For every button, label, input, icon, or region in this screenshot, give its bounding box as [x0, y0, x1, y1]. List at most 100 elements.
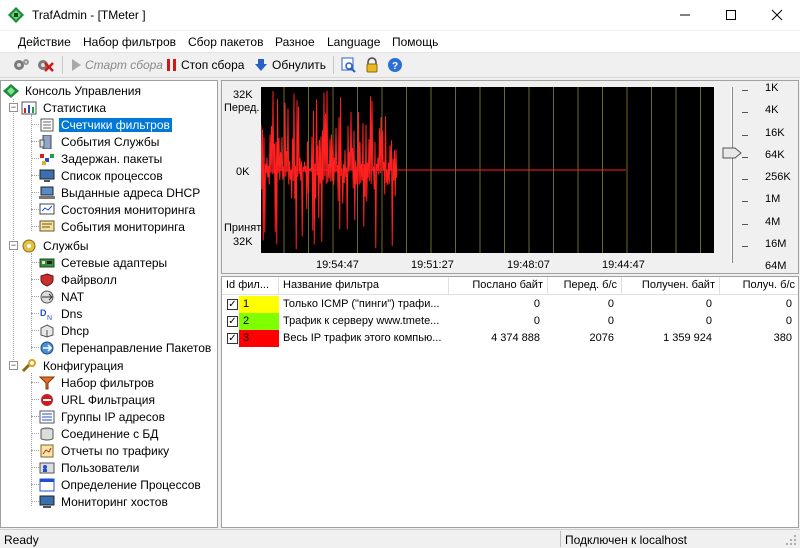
scale-ticks	[742, 87, 750, 263]
column-header-id[interactable]: Id фил...	[222, 277, 279, 295]
nat-icon	[40, 290, 54, 303]
start-capture-button[interactable]: Старт сбора	[70, 55, 163, 75]
tree-item-filter-counters[interactable]: Счетчики фильтров	[39, 116, 172, 133]
tree-item-host-monitoring[interactable]: Мониторинг хостов	[39, 493, 170, 510]
tree-item-ip-groups[interactable]: Группы IP адресов	[39, 408, 167, 425]
tree-root[interactable]: Консоль Управления	[3, 82, 143, 99]
row-send-rate: 0	[607, 315, 614, 327]
tree-item-url-filter[interactable]: URL Фильтрация	[39, 391, 157, 408]
traffic-graph-panel: 32K Перед. 0K Принят 32K 19:54:47 19:51:…	[221, 80, 799, 274]
scale-slider-thumb[interactable]	[722, 147, 742, 159]
reset-button[interactable]: Обнулить	[253, 55, 326, 75]
tree-services[interactable]: Службы	[21, 237, 90, 254]
stop-service-button[interactable]	[36, 55, 54, 75]
help-button[interactable]: ?	[387, 55, 403, 75]
maximize-icon	[726, 10, 736, 20]
tree-config-label: Конфигурация	[43, 358, 124, 373]
start-service-button[interactable]	[12, 55, 30, 75]
table-row[interactable]: ✓ 2 Трафик к серверу www.tmete... 0 0 0 …	[222, 313, 798, 330]
tree-item-monitoring-states[interactable]: Состояния мониторинга	[39, 201, 197, 218]
tree-item-process-detection[interactable]: Определение Процессов	[39, 476, 203, 493]
tree-item-db-connection[interactable]: Соединение с БД	[39, 425, 160, 442]
reset-icon	[255, 59, 267, 71]
menu-misc[interactable]: Разное	[275, 35, 315, 49]
report-icon	[40, 444, 54, 457]
column-header-recv-rate[interactable]: Получ. б/с	[720, 277, 798, 295]
tree-stats[interactable]: Статистика	[21, 99, 108, 116]
tree-item-label: Пользователи	[61, 460, 140, 475]
tree-item-dhcp[interactable]: Dhcp	[39, 322, 91, 339]
row-checkbox[interactable]: ✓	[227, 299, 238, 310]
start-capture-label: Старт сбора	[85, 58, 163, 72]
table-row[interactable]: ✓ 3 Весь IP трафик этого компью... 4 374…	[222, 330, 798, 347]
tree-item-monitoring-events[interactable]: События мониторинга	[39, 218, 187, 235]
row-sent-bytes: 0	[533, 315, 540, 327]
menu-capture[interactable]: Сбор пакетов	[188, 35, 263, 49]
funnel-icon	[39, 376, 55, 389]
scale-label: 64M	[765, 260, 787, 272]
row-received-bytes: 0	[705, 315, 712, 327]
menu-language[interactable]: Language	[327, 35, 380, 49]
menu-help[interactable]: Помощь	[392, 35, 438, 49]
tree-item-packet-redirect[interactable]: Перенаправление Пакетов	[39, 339, 213, 356]
time-label: 19:54:47	[316, 259, 359, 271]
tree-item-dns[interactable]: DN Dns	[39, 305, 84, 322]
tree-item-network-adapters[interactable]: Сетевые адаптеры	[39, 254, 169, 271]
connection-status: Подключен к localhost	[565, 533, 687, 547]
row-checkbox[interactable]: ✓	[227, 316, 238, 327]
tree-item-traffic-reports[interactable]: Отчеты по трафику	[39, 442, 171, 459]
graph-top-label: Перед.	[224, 102, 260, 114]
resize-grip-icon[interactable]	[784, 533, 797, 546]
gears-icon	[14, 59, 29, 70]
config-collapse-toggle[interactable]: −	[9, 361, 18, 370]
inspect-button[interactable]	[341, 55, 357, 75]
minimize-button[interactable]	[662, 0, 708, 30]
svg-text:D: D	[40, 308, 47, 318]
tree-item-label: Состояния мониторинга	[61, 202, 196, 217]
tree-item-nat[interactable]: NAT	[39, 288, 86, 305]
tree-item-users[interactable]: Пользователи	[39, 459, 141, 476]
tree-item-label: Файрволл	[61, 272, 117, 287]
services-collapse-toggle[interactable]: −	[9, 241, 18, 250]
table-row[interactable]: ✓ 1 Только ICMP ("пинги") трафи... 0 0 0…	[222, 296, 798, 313]
scale-label: 16K	[765, 127, 785, 139]
firewall-icon	[40, 272, 54, 287]
navigation-tree: Консоль Управления − Статистика Счетчики…	[0, 80, 218, 528]
server-events-icon	[39, 134, 52, 149]
url-filter-icon	[41, 393, 53, 406]
list-icon	[39, 410, 55, 423]
filter-counters-table: Id фил... Название фильтра Послано байт …	[221, 276, 799, 528]
tree-item-process-list[interactable]: Список процессов	[39, 167, 165, 184]
tree-item-label: Отчеты по трафику	[61, 443, 170, 458]
row-filter-name: Только ICMP ("пинги") трафи...	[283, 298, 440, 310]
close-button[interactable]	[754, 0, 800, 30]
row-recv-rate: 380	[773, 332, 792, 344]
tree-item-service-events[interactable]: События Службы	[39, 133, 161, 150]
tree-item-label: Группы IP адресов	[61, 409, 165, 424]
menu-filter-set[interactable]: Набор фильтров	[83, 35, 176, 49]
tree-item-firewall[interactable]: Файрволл	[39, 271, 119, 288]
tree-item-filter-set[interactable]: Набор фильтров	[39, 374, 156, 391]
column-header-received[interactable]: Получен. байт	[622, 277, 720, 295]
lock-button[interactable]	[364, 55, 380, 75]
stop-capture-button[interactable]: Стоп сбора	[166, 55, 244, 75]
scale-label: 256K	[765, 171, 791, 183]
tree-item-held-packets[interactable]: Задержан. пакеты	[39, 150, 164, 167]
row-checkbox[interactable]: ✓	[227, 333, 238, 344]
tree-services-label: Службы	[43, 238, 89, 253]
gears-stop-icon	[38, 60, 54, 72]
stats-collapse-toggle[interactable]: −	[9, 103, 18, 112]
scale-slider-track[interactable]	[731, 87, 733, 263]
close-icon	[771, 9, 783, 21]
column-header-name[interactable]: Название фильтра	[279, 277, 449, 295]
tree-config[interactable]: Конфигурация	[21, 357, 126, 374]
time-label: 19:44:47	[602, 259, 645, 271]
window-icon	[39, 478, 55, 491]
maximize-button[interactable]	[708, 0, 754, 30]
row-filter-name: Трафик к серверу www.tmete...	[283, 315, 440, 327]
tree-item-dhcp-leases[interactable]: Выданные адреса DHCP	[39, 184, 202, 201]
menu-action[interactable]: Действие	[18, 35, 71, 49]
window-title: TrafAdmin - [TMeter ]	[32, 8, 146, 22]
column-header-send-rate[interactable]: Перед. б/с	[548, 277, 622, 295]
column-header-sent[interactable]: Послано байт	[449, 277, 548, 295]
